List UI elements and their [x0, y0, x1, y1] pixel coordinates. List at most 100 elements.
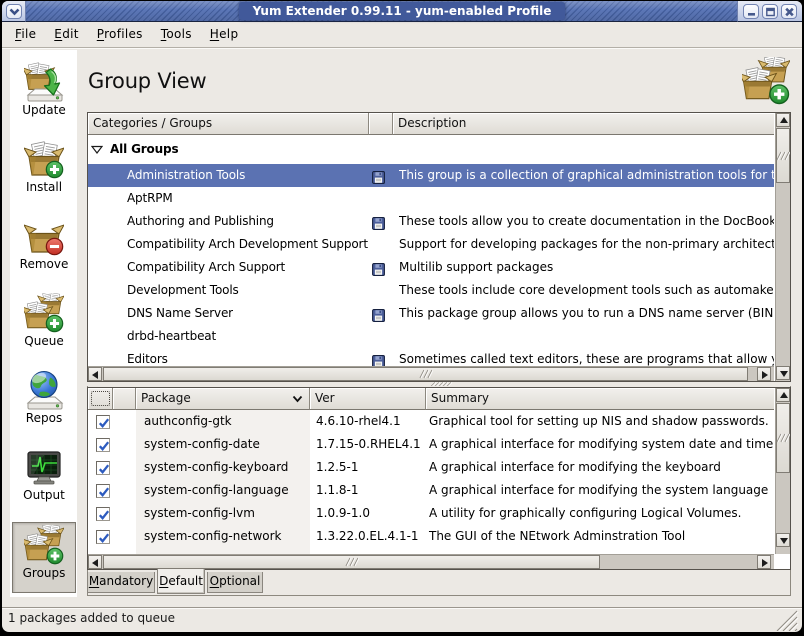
package-checkbox[interactable]	[96, 438, 110, 452]
packages-horizontal-scrollbar[interactable]	[88, 554, 774, 569]
tree-row[interactable]: DNS Name ServerThis package group allows…	[88, 302, 774, 325]
scroll-thumb[interactable]	[103, 367, 748, 381]
resize-grip[interactable]	[773, 609, 799, 631]
group-name: Compatibility Arch Support	[127, 256, 285, 279]
package-version: 1.3.22.0.EL.4.1-1	[310, 525, 426, 548]
sidebar-item-label: Repos	[12, 411, 76, 425]
expander-icon[interactable]	[91, 145, 103, 154]
package-checkbox-cell	[88, 456, 113, 479]
mnemonic-underline: M	[89, 574, 99, 588]
titlebar[interactable]: Yum Extender 0.99.11 - yum-enabled Profi…	[2, 1, 802, 22]
scroll-left-button[interactable]	[88, 555, 102, 569]
thumb-grip-icon	[345, 557, 359, 567]
tree-row[interactable]: Compatibility Arch Development SupportSu…	[88, 233, 774, 256]
sidebar-item-label: Output	[12, 488, 76, 502]
tree-row[interactable]: EditorsSometimes called text editors, th…	[88, 348, 774, 366]
sidebar-item-groups[interactable]: Groups	[12, 522, 76, 593]
maximize-icon	[764, 6, 777, 18]
menubar: FileEditProfilesToolsHelp	[2, 22, 802, 48]
package-checkbox[interactable]	[96, 530, 110, 544]
tab-default[interactable]: Default	[157, 569, 205, 594]
column-header-status-icon[interactable]	[369, 113, 393, 135]
package-version: 1.0.9-1.0	[310, 502, 426, 525]
package-checkbox[interactable]	[96, 484, 110, 498]
menu-tools[interactable]: Tools	[152, 22, 201, 47]
column-header-status[interactable]	[113, 388, 136, 410]
tree-row[interactable]: Authoring and PublishingThese tools allo…	[88, 210, 774, 233]
tab-optional[interactable]: Optional	[207, 572, 263, 593]
package-row[interactable]: system-config-keyboard1.2.5-1A graphical…	[88, 456, 774, 479]
tree-row[interactable]: AptRPM	[88, 187, 774, 210]
minimize-button[interactable]	[743, 4, 759, 19]
tree-row-all-groups[interactable]: All Groups	[88, 135, 774, 164]
update-icon	[24, 62, 64, 102]
column-header-categories[interactable]: Categories / Groups	[88, 113, 369, 135]
group-name: Administration Tools	[127, 164, 245, 187]
tree-row[interactable]: Administration ToolsThis group is a coll…	[88, 164, 774, 187]
scroll-down-button[interactable]	[776, 533, 790, 547]
scroll-thumb[interactable]	[776, 128, 790, 183]
scroll-right-button[interactable]	[757, 555, 771, 569]
sidebar-item-repos[interactable]: Repos	[12, 368, 76, 439]
close-button[interactable]	[781, 4, 797, 19]
install-icon	[24, 139, 64, 179]
packages-vertical-scrollbar[interactable]	[775, 388, 790, 554]
package-summary: A utility for graphically configuring Lo…	[426, 502, 774, 525]
scroll-thumb[interactable]	[776, 403, 790, 473]
packages-table-header: Package Ver Summary	[88, 388, 790, 410]
tree-row[interactable]: Compatibility Arch SupportMultilib suppo…	[88, 256, 774, 279]
floppy-installed-icon	[372, 261, 385, 274]
floppy-installed-icon	[372, 353, 385, 366]
arrow-right-icon	[762, 559, 768, 567]
scroll-down-button[interactable]	[776, 366, 790, 380]
package-summary: A graphical interface for modifying syst…	[426, 433, 774, 456]
sidebar-item-install[interactable]: Install	[12, 137, 76, 208]
package-summary: A graphical interface for modifying the …	[426, 479, 774, 502]
scroll-up-button[interactable]	[776, 113, 790, 127]
tree-row[interactable]: drbd-heartbeat	[88, 325, 774, 348]
sidebar-item-label: Groups	[13, 566, 75, 580]
column-header-ver[interactable]: Ver	[310, 388, 426, 410]
sidebar-item-update[interactable]: Update	[12, 60, 76, 131]
sidebar-item-remove[interactable]: Remove	[12, 214, 76, 285]
statusbar: 1 packages added to queue	[2, 607, 802, 632]
package-name: system-config-date	[136, 433, 310, 456]
package-row[interactable]: system-config-network1.3.22.0.EL.4.1-1Th…	[88, 525, 774, 548]
package-row[interactable]: system-config-language1.1.8-1A graphical…	[88, 479, 774, 502]
sidebar-item-output[interactable]: Output	[12, 445, 76, 516]
groups-table-header: Categories / Groups Description	[88, 113, 790, 135]
scroll-left-button[interactable]	[88, 367, 102, 381]
column-header-package[interactable]: Package	[136, 388, 310, 410]
package-name: system-config-lvm	[136, 502, 310, 525]
groups-horizontal-scrollbar[interactable]	[88, 366, 774, 381]
tab-mandatory[interactable]: Mandatory	[87, 572, 155, 593]
menu-profiles[interactable]: Profiles	[88, 22, 152, 47]
groups-vertical-scrollbar[interactable]	[775, 113, 790, 381]
package-checkbox[interactable]	[96, 461, 110, 475]
minimize-icon	[745, 6, 758, 18]
column-header-select-all[interactable]	[88, 388, 113, 410]
package-checkbox-cell	[88, 479, 113, 502]
package-row[interactable]: system-config-lvm1.0.9-1.0A utility for …	[88, 502, 774, 525]
package-checkbox-cell	[88, 433, 113, 456]
package-row[interactable]: system-config-date1.7.15-0.RHEL4.1A grap…	[88, 433, 774, 456]
scroll-thumb[interactable]	[103, 555, 600, 569]
package-checkbox[interactable]	[96, 415, 110, 429]
package-row[interactable]: authconfig-gtk4.6.10-rhel4.1Graphical to…	[88, 410, 774, 433]
column-header-summary[interactable]: Summary	[426, 388, 774, 410]
queue-icon	[24, 293, 64, 333]
arrow-left-icon	[92, 371, 98, 379]
sidebar-item-queue[interactable]: Queue	[12, 291, 76, 362]
scroll-right-button[interactable]	[757, 367, 771, 381]
maximize-button[interactable]	[762, 4, 778, 19]
menu-edit[interactable]: Edit	[45, 22, 87, 47]
column-header-description[interactable]: Description	[393, 113, 774, 135]
package-checkbox[interactable]	[96, 507, 110, 521]
tree-row-label: All Groups	[110, 135, 178, 164]
floppy-icon	[372, 309, 385, 322]
floppy-installed-icon	[372, 169, 385, 182]
tree-row[interactable]: Development ToolsThese tools include cor…	[88, 279, 774, 302]
menu-file[interactable]: File	[6, 22, 45, 47]
menu-help[interactable]: Help	[201, 22, 248, 47]
scroll-up-button[interactable]	[776, 388, 790, 402]
